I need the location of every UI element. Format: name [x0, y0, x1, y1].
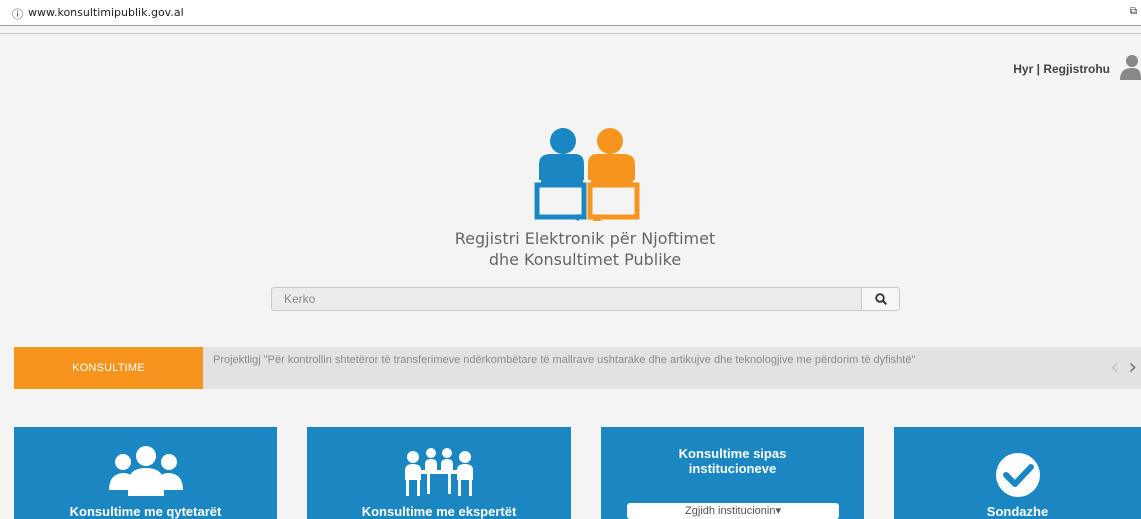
search-input[interactable] [271, 287, 861, 311]
register-link[interactable]: Regjistrohu [1043, 62, 1110, 76]
registry-title: Regjistri Elektronik për Njoftimet dhe K… [385, 228, 785, 270]
url-text[interactable]: www.konsultimipublik.gov.al [28, 6, 184, 19]
registry-logo-icon [534, 128, 640, 221]
auth-links: Hyr | Regjistrohu [1013, 62, 1110, 76]
card-experts-consultation[interactable]: Konsultime me ekspertët [307, 427, 571, 519]
info-circle-icon[interactable]: ⓘ [12, 6, 23, 22]
ticker-prev-arrow-icon[interactable]: ‹ [1110, 357, 1119, 379]
ticker-news-link[interactable]: Projektligj "Për kontrollin shtetëror të… [213, 353, 1073, 367]
institution-select-label: Zgjidh institucionin [684, 505, 776, 517]
login-link[interactable]: Hyr [1013, 62, 1033, 76]
experts-meeting-icon [405, 448, 473, 496]
search-bar [271, 287, 900, 311]
news-ticker: KONSULTIME Projektligj "Për kontrollin s… [14, 347, 1141, 389]
card-surveys[interactable]: Sondazhe [894, 427, 1141, 519]
registry-title-line1: Regjistri Elektronik për Njoftimet [454, 229, 716, 248]
ticker-category-tag[interactable]: KONSULTIME [14, 347, 203, 389]
institution-select[interactable]: Zgjidh institucionin▾ [627, 503, 839, 519]
card-institutions-consultation: Konsultime sipas institucioneve Zgjidh i… [601, 427, 864, 519]
checkmark-circle-icon [996, 453, 1040, 497]
registry-title-line2: dhe Konsultimet Publike [488, 250, 682, 269]
search-button[interactable] [861, 287, 900, 311]
citizens-group-icon [109, 446, 183, 496]
ticker-next-arrow-icon[interactable]: › [1128, 357, 1137, 379]
card-citizens-consultation[interactable]: Konsultime me qytetarët [14, 427, 277, 519]
card-experts-title: Konsultime me ekspertët [361, 504, 517, 519]
card-institutions-title-line1: Konsultime sipas [678, 446, 787, 461]
card-institutions-title-line2: institucioneve [688, 461, 777, 476]
header-divider [0, 33, 1141, 34]
extension-icon[interactable]: ⧉ [1130, 6, 1137, 17]
browser-address-bar[interactable]: ⓘ www.konsultimipublik.gov.al ⧉ [0, 0, 1141, 26]
user-icon[interactable] [1119, 54, 1141, 80]
card-citizens-title: Konsultime me qytetarët [69, 504, 222, 519]
chevron-down-icon: ▾ [775, 505, 782, 517]
auth-separator: | [1036, 62, 1040, 76]
search-icon [875, 293, 887, 305]
card-surveys-title: Sondazhe [986, 504, 1049, 519]
card-institutions-title: Konsultime sipas institucioneve [601, 446, 864, 476]
